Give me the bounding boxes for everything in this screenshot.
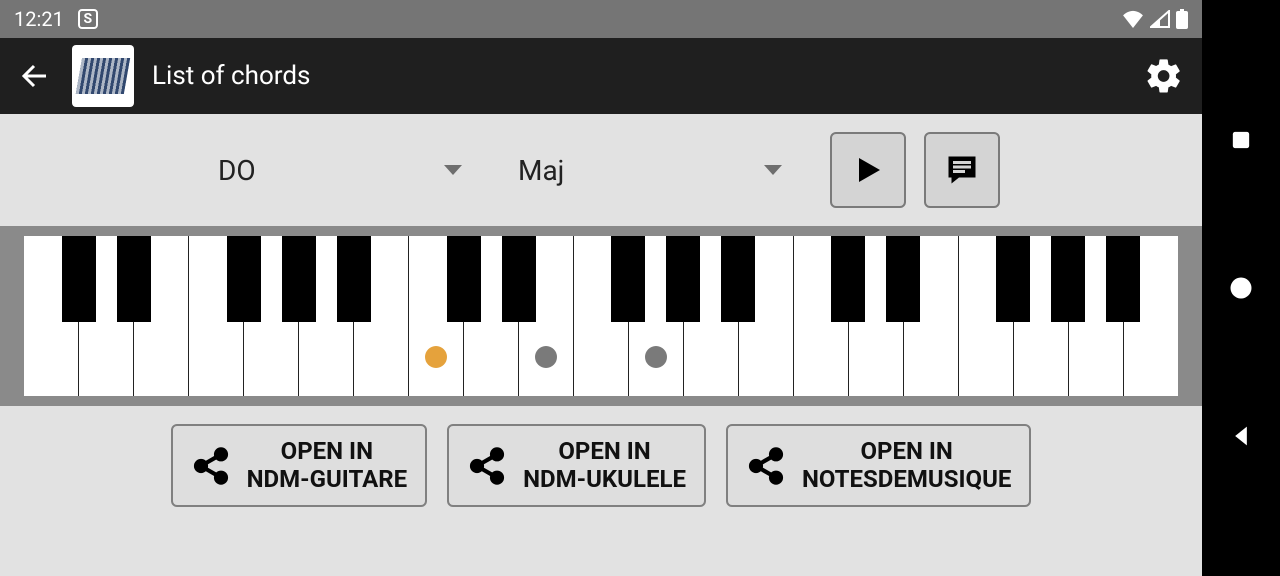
share-row: OPEN INNDM-GUITARE OPEN INNDM-UKULELE OP… — [0, 406, 1202, 525]
status-time: 12:21 — [14, 7, 64, 31]
play-button[interactable] — [830, 132, 906, 208]
black-key[interactable] — [611, 236, 645, 322]
chord-root-dot — [425, 346, 447, 368]
share-line1: OPEN IN — [802, 438, 1011, 466]
gear-icon — [1144, 56, 1184, 96]
share-line2: NOTESDEMUSIQUE — [802, 466, 1011, 494]
black-key[interactable] — [721, 236, 755, 322]
black-key[interactable] — [886, 236, 920, 322]
black-key[interactable] — [117, 236, 151, 322]
controls-row: DO Maj — [0, 114, 1202, 226]
black-key[interactable] — [666, 236, 700, 322]
share-icon — [746, 446, 786, 486]
piano-container — [0, 226, 1202, 406]
home-button[interactable] — [1227, 274, 1255, 302]
back-button[interactable] — [18, 58, 54, 94]
share-line1: OPEN IN — [523, 438, 686, 466]
recent-apps-button[interactable] — [1227, 126, 1255, 154]
black-key[interactable] — [62, 236, 96, 322]
share-icon — [467, 446, 507, 486]
app-icon — [72, 45, 134, 107]
black-key[interactable] — [831, 236, 865, 322]
share-icon — [191, 446, 231, 486]
chevron-down-icon — [764, 165, 782, 175]
back-nav-button[interactable] — [1227, 422, 1255, 450]
black-key[interactable] — [447, 236, 481, 322]
battery-icon — [1176, 9, 1188, 29]
arrow-left-icon — [18, 58, 54, 94]
share-ndm-ukulele-button[interactable]: OPEN INNDM-UKULELE — [447, 424, 706, 507]
page-title: List of chords — [152, 61, 1126, 91]
share-notesdemusique-button[interactable]: OPEN INNOTESDEMUSIQUE — [726, 424, 1031, 507]
black-key[interactable] — [227, 236, 261, 322]
chevron-down-icon — [444, 165, 462, 175]
share-ndm-guitare-button[interactable]: OPEN INNDM-GUITARE — [171, 424, 427, 507]
share-line1: OPEN IN — [247, 438, 407, 466]
status-bar: 12:21 S — [0, 0, 1202, 38]
black-key[interactable] — [1106, 236, 1140, 322]
android-nav-bar — [1202, 0, 1280, 576]
black-key[interactable] — [1051, 236, 1085, 322]
black-key[interactable] — [337, 236, 371, 322]
chord-note-dot — [645, 346, 667, 368]
note-dropdown[interactable]: DO — [200, 145, 480, 195]
app-indicator-icon: S — [78, 9, 98, 29]
notes-button[interactable] — [924, 132, 1000, 208]
chord-note-dot — [535, 346, 557, 368]
piano[interactable] — [24, 236, 1178, 396]
comment-icon — [944, 152, 980, 188]
settings-button[interactable] — [1144, 56, 1184, 96]
signal-icon — [1150, 10, 1170, 28]
note-value: DO — [218, 154, 256, 187]
black-key[interactable] — [502, 236, 536, 322]
share-line2: NDM-UKULELE — [523, 466, 686, 494]
quality-value: Maj — [518, 154, 564, 187]
quality-dropdown[interactable]: Maj — [500, 145, 800, 195]
app-bar: List of chords — [0, 38, 1202, 114]
share-line2: NDM-GUITARE — [247, 466, 407, 494]
black-key[interactable] — [282, 236, 316, 322]
black-key[interactable] — [996, 236, 1030, 322]
play-icon — [850, 152, 886, 188]
wifi-icon — [1122, 10, 1144, 28]
